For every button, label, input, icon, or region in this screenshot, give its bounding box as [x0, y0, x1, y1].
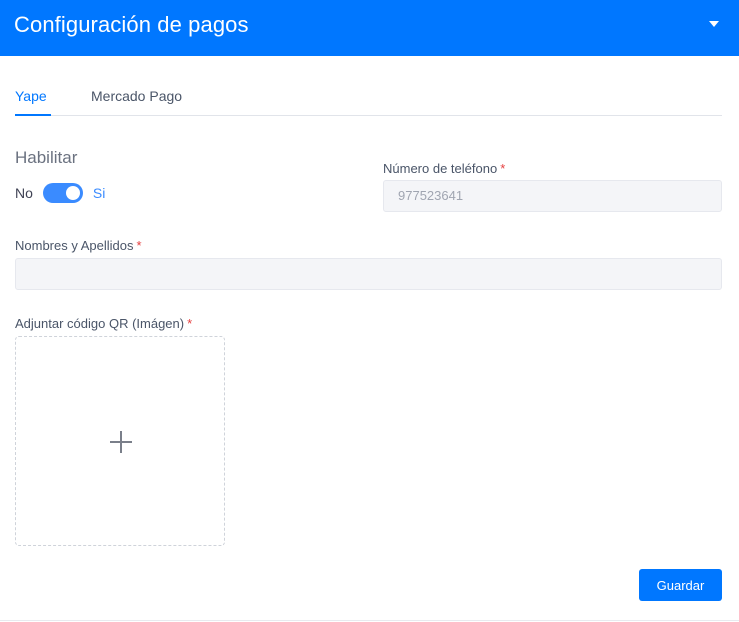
toggle-off-label: No: [15, 185, 33, 201]
toggle-knob: [65, 186, 80, 200]
enable-toggle[interactable]: [42, 183, 83, 203]
page-header: Configuración de pagos: [0, 0, 739, 56]
phone-label: Número de teléfono *: [383, 161, 505, 176]
qr-label: Adjuntar código QR (Imágen) *: [15, 316, 192, 331]
required-mark: *: [136, 238, 142, 253]
required-mark: *: [500, 161, 506, 176]
divider: [0, 620, 739, 621]
required-mark: *: [187, 316, 193, 331]
names-field[interactable]: [15, 258, 722, 290]
names-label-text: Nombres y Apellidos: [15, 238, 134, 253]
plus-icon-stroke: [120, 431, 122, 453]
toggle-on-label: Si: [92, 185, 106, 201]
qr-label-text: Adjuntar código QR (Imágen): [15, 316, 185, 331]
enable-heading: Habilitar: [15, 148, 78, 167]
enable-toggle-row: No Si: [15, 183, 105, 203]
phone-field[interactable]: 977523641: [383, 180, 722, 212]
qr-upload-area[interactable]: [15, 336, 225, 546]
phone-label-text: Número de teléfono: [383, 161, 498, 176]
page-title: Configuración de pagos: [14, 12, 249, 37]
save-button[interactable]: Guardar: [639, 569, 722, 601]
payment-tabs: Yape Mercado Pago: [15, 88, 722, 116]
tab-mercado-pago[interactable]: Mercado Pago: [91, 88, 182, 116]
names-label: Nombres y Apellidos *: [15, 238, 142, 253]
tab-yape[interactable]: Yape: [15, 88, 51, 116]
caret-down-icon[interactable]: [709, 21, 719, 27]
